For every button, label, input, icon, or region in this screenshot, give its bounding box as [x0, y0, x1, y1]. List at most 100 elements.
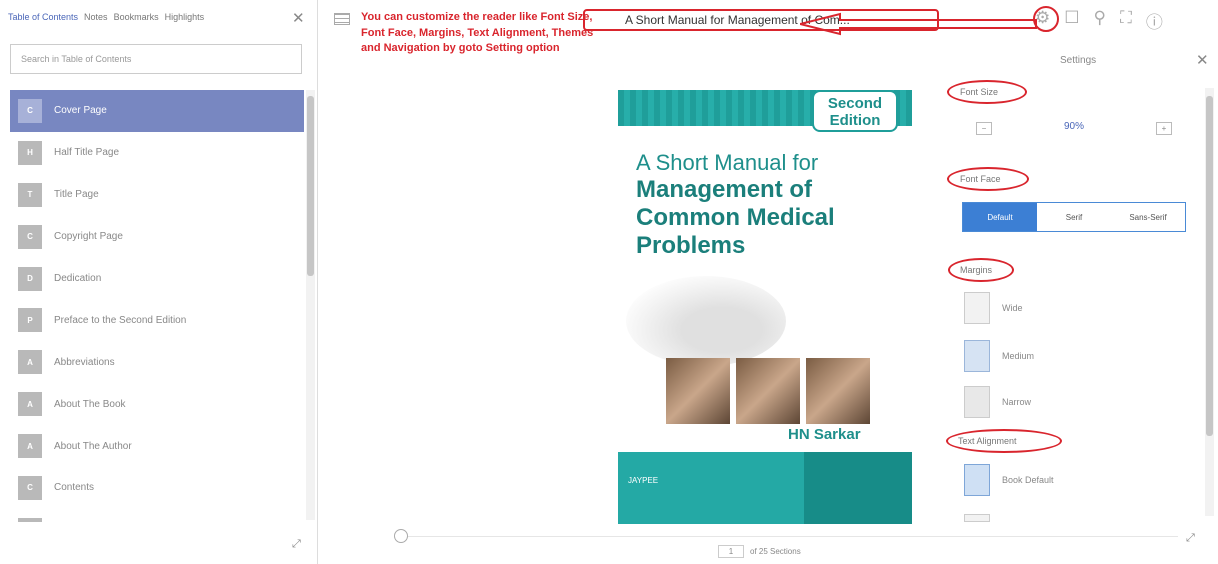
expand-icon[interactable]: ⤢: [1186, 532, 1195, 545]
margin-narrow-label: Narrow: [1002, 397, 1032, 407]
cover-footer-dark: [804, 452, 912, 524]
cover-footer: JAYPEE: [618, 452, 912, 524]
increase-font-button[interactable]: +: [1156, 122, 1172, 135]
page-navigation: 1 of 25 Sections: [718, 545, 801, 558]
edition-line1: Second: [827, 95, 883, 112]
margin-medium[interactable]: Medium: [964, 340, 1034, 372]
fullscreen-icon[interactable]: ⛶: [1120, 8, 1132, 33]
edition-badge: Second Edition: [812, 90, 898, 132]
cover-photo: [736, 358, 800, 424]
page-number-input[interactable]: 1: [718, 545, 744, 558]
book-cover: Second Edition A Short Manual for Manage…: [618, 46, 912, 524]
toc-panel: Table of Contents Notes Bookmarks Highli…: [0, 0, 318, 564]
toc-badge: [18, 517, 42, 522]
tab-bookmarks[interactable]: Bookmarks: [114, 12, 159, 22]
toc-badge: A: [18, 392, 42, 417]
info-icon[interactable]: ⓘ: [1146, 8, 1163, 33]
cover-author: HN Sarkar: [788, 426, 861, 443]
toc-item-contents[interactable]: C Contents: [10, 467, 304, 509]
toc-label: Half Title Page: [54, 147, 120, 159]
cover-photo: [666, 358, 730, 424]
toc-label: Preface to the Second Edition: [54, 314, 187, 326]
toc-item-title-page[interactable]: T Title Page: [10, 174, 304, 216]
toc-label: About The Author: [54, 440, 132, 452]
toc-badge: D: [18, 266, 42, 291]
toc-item-half-title[interactable]: H Half Title Page: [10, 132, 304, 174]
close-icon[interactable]: ✕: [292, 9, 305, 27]
toolbar: ⚙ ☐ ⚲ ⛶ ⓘ: [1035, 8, 1163, 33]
toc-label: Cover Page: [54, 105, 107, 117]
margin-wide-label: Wide: [1002, 303, 1023, 313]
settings-icon[interactable]: ⚙: [1035, 8, 1050, 33]
progress-slider-knob[interactable]: [394, 529, 408, 543]
toc-search-input[interactable]: Search in Table of Contents: [10, 44, 302, 74]
text-alignment-label: Text Alignment: [958, 436, 1017, 446]
cover-photos: [666, 358, 870, 424]
toc-item-abbreviations[interactable]: A Abbreviations: [10, 341, 304, 383]
cover-title-line2: Management of: [636, 176, 813, 203]
resize-icon[interactable]: ⤢: [292, 538, 301, 551]
margin-medium-label: Medium: [1002, 351, 1035, 361]
tab-highlights[interactable]: Highlights: [165, 12, 205, 22]
settings-scroll-thumb[interactable]: [1206, 96, 1213, 436]
toc-item-about-book[interactable]: A About The Book: [10, 383, 304, 425]
toc-label: About The Book: [54, 398, 126, 410]
alignment-book-icon: [964, 464, 990, 496]
toc-item-cover-page[interactable]: C Cover Page: [10, 90, 304, 132]
annotation-arrow: [800, 12, 1037, 36]
toc-scroll-thumb[interactable]: [307, 96, 314, 276]
menu-icon[interactable]: [334, 13, 350, 25]
toc-badge: C: [18, 224, 42, 249]
toc-badge: P: [18, 308, 42, 333]
font-face-group: Default Serif Sans-Serif: [962, 202, 1186, 232]
alignment-next[interactable]: [964, 514, 990, 522]
toc-item-copyright[interactable]: C Copyright Page: [10, 216, 304, 258]
margin-medium-icon: [964, 340, 990, 372]
close-settings-icon[interactable]: ✕: [1196, 51, 1209, 69]
alignment-next-icon: [964, 514, 990, 522]
panel-tabs: Table of Contents Notes Bookmarks Highli…: [8, 12, 204, 22]
font-face-default[interactable]: Default: [963, 203, 1037, 231]
toc-badge: C: [18, 475, 42, 500]
toc-badge: C: [18, 98, 42, 123]
share-icon[interactable]: ☐: [1064, 8, 1079, 33]
tab-table-of-contents[interactable]: Table of Contents: [8, 12, 78, 22]
toc-item-about-author[interactable]: A About The Author: [10, 425, 304, 467]
font-face-serif[interactable]: Serif: [1037, 203, 1111, 231]
alignment-book-default[interactable]: Book Default: [964, 464, 1054, 496]
margin-wide-icon: [964, 292, 990, 324]
margin-narrow[interactable]: Narrow: [964, 386, 1031, 418]
font-face-label: Font Face: [960, 174, 1001, 184]
decrease-font-button[interactable]: −: [976, 122, 992, 135]
page-count-label: of 25 Sections: [750, 547, 801, 556]
annotation-text: You can customize the reader like Font S…: [361, 11, 594, 54]
margin-wide[interactable]: Wide: [964, 292, 1023, 324]
font-size-value: 90%: [1064, 121, 1085, 132]
toc-list: C Cover Page H Half Title Page T Title P…: [10, 90, 304, 522]
toc-badge: H: [18, 140, 42, 165]
cover-title-line3: Common Medical: [636, 204, 835, 231]
search-icon[interactable]: ⚲: [1094, 8, 1106, 33]
toc-label: Dedication: [54, 273, 102, 284]
toc-badge: T: [18, 182, 42, 207]
toc-label: Contents: [54, 482, 95, 494]
toc-label: Abbreviations: [54, 356, 115, 368]
progress-slider-track[interactable]: [408, 536, 1178, 537]
stethoscope-image: [626, 276, 786, 366]
tab-notes[interactable]: Notes: [84, 12, 108, 22]
font-size-label: Font Size: [960, 87, 999, 97]
margins-label: Margins: [960, 265, 993, 275]
toc-item-dedication[interactable]: D Dedication: [10, 258, 304, 300]
settings-title: Settings: [1060, 55, 1097, 66]
edition-line2: Edition: [829, 112, 881, 129]
toc-badge: A: [18, 350, 42, 375]
font-face-sans-serif[interactable]: Sans-Serif: [1111, 203, 1185, 231]
toc-badge: A: [18, 434, 42, 459]
cover-photo: [806, 358, 870, 424]
toc-item-next[interactable]: [10, 509, 304, 522]
cover-title-line1: A Short Manual for: [636, 150, 819, 175]
toc-label: Copyright Page: [54, 231, 123, 243]
cover-title: A Short Manual for Management of Common …: [636, 150, 906, 260]
toc-item-preface[interactable]: P Preface to the Second Edition: [10, 299, 304, 341]
alignment-book-label: Book Default: [1002, 475, 1054, 485]
